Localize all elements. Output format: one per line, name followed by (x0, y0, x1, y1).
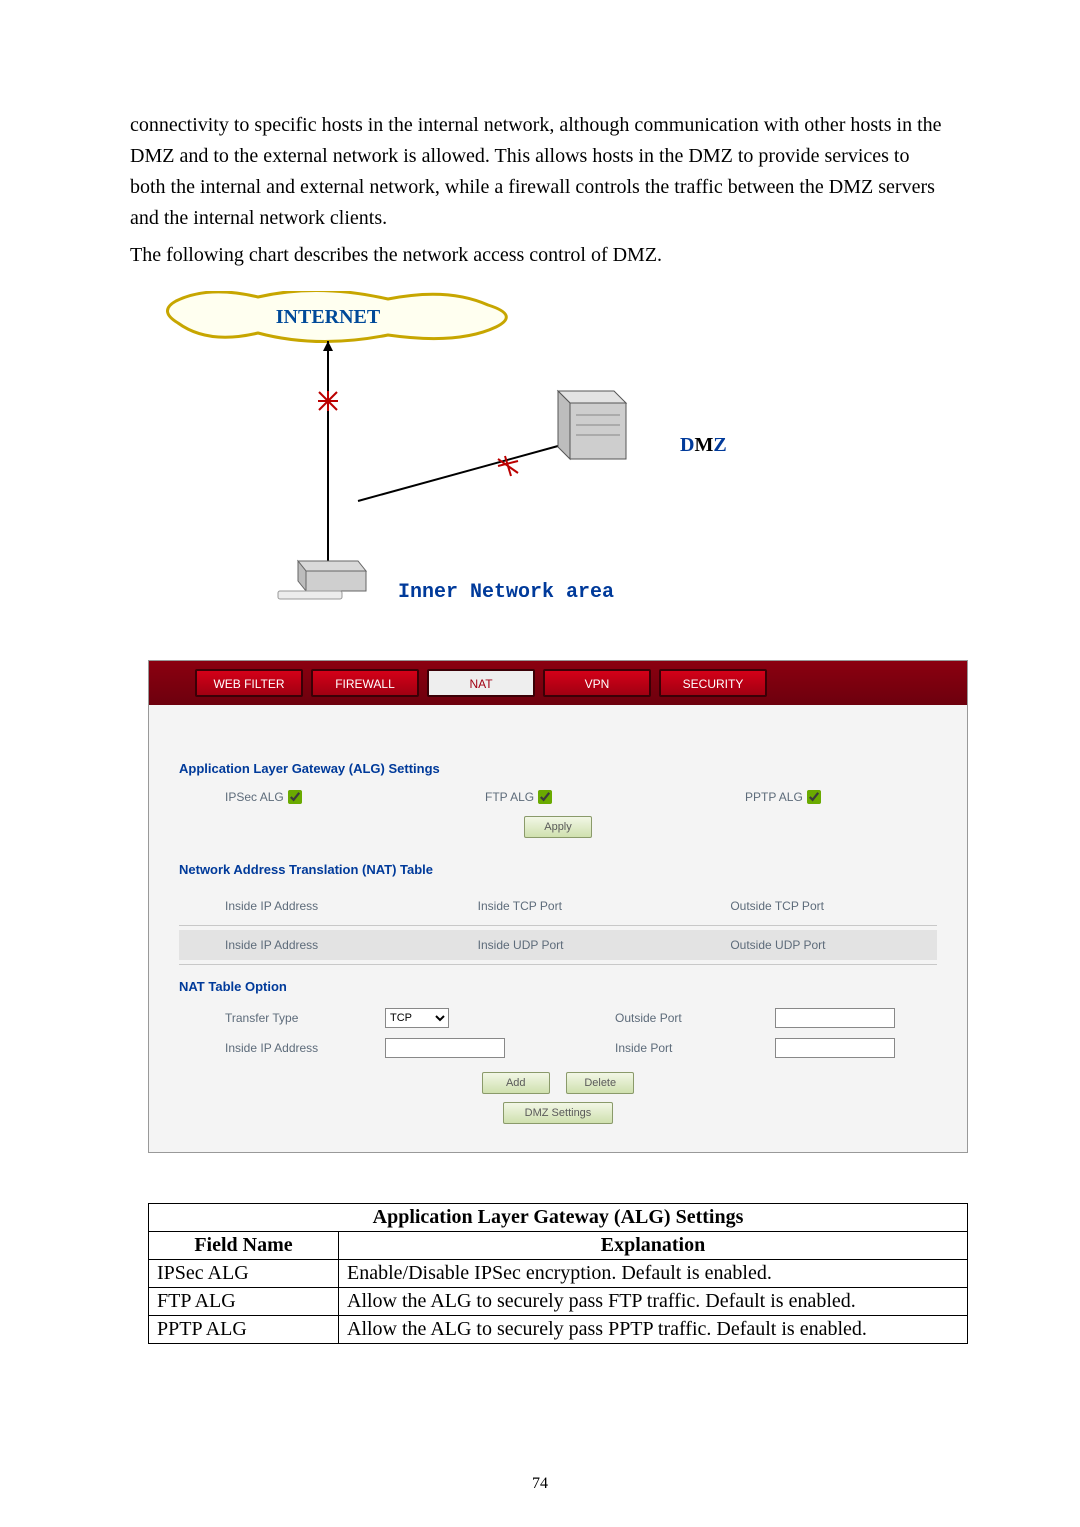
exp-row-ftp-expl: Allow the ALG to securely pass FTP traff… (339, 1288, 968, 1316)
alg-section-title: Application Layer Gateway (ALG) Settings (179, 761, 937, 776)
dmz-diagram: INTERNET (148, 291, 950, 626)
config-panel: WEB FILTER FIREWALL NAT VPN SECURITY App… (148, 660, 968, 1153)
outside-port-label: Outside Port (615, 1011, 745, 1025)
apply-button[interactable]: Apply (524, 816, 592, 838)
nat-col-inside-tcp: Inside TCP Port (432, 891, 685, 921)
tab-vpn[interactable]: VPN (543, 669, 651, 697)
tab-security[interactable]: SECURITY (659, 669, 767, 697)
tab-nat[interactable]: NAT (427, 669, 535, 697)
intro-paragraph-1: connectivity to specific hosts in the in… (130, 110, 950, 234)
router-icon (278, 561, 366, 599)
alg-pptp-label: PPTP ALG (745, 790, 803, 804)
nat-col-inside-ip: Inside IP Address (179, 891, 432, 921)
internet-label: INTERNET (276, 306, 381, 328)
intro-paragraph-2: The following chart describes the networ… (130, 240, 950, 271)
alg-ftp-label: FTP ALG (485, 790, 534, 804)
exp-row-pptp-expl: Allow the ALG to securely pass PPTP traf… (339, 1316, 968, 1344)
exp-row-ipsec-expl: Enable/Disable IPSec encryption. Default… (339, 1260, 968, 1288)
alg-pptp-checkbox[interactable] (807, 790, 821, 804)
exp-row-ipsec-field: IPSec ALG (149, 1260, 339, 1288)
alg-ftp-checkbox[interactable] (538, 790, 552, 804)
tabs-bar: WEB FILTER FIREWALL NAT VPN SECURITY (149, 661, 967, 705)
inner-network-label: Inner Network area (398, 581, 614, 604)
outside-port-input[interactable] (775, 1008, 895, 1028)
add-button[interactable]: Add (482, 1072, 550, 1094)
exp-col-field: Field Name (149, 1232, 339, 1260)
inside-port-input[interactable] (775, 1038, 895, 1058)
explanation-table: Application Layer Gateway (ALG) Settings… (148, 1203, 968, 1344)
dmz-area-label: DMZ area (680, 434, 728, 456)
transfer-type-label: Transfer Type (225, 1011, 355, 1025)
exp-row-pptp-field: PPTP ALG (149, 1316, 339, 1344)
tab-firewall[interactable]: FIREWALL (311, 669, 419, 697)
inside-ip-label: Inside IP Address (225, 1041, 355, 1055)
inside-port-label: Inside Port (615, 1041, 745, 1055)
exp-col-explanation: Explanation (339, 1232, 968, 1260)
alg-ipsec-label: IPSec ALG (225, 790, 284, 804)
nat-option-title: NAT Table Option (179, 979, 937, 994)
nat-section-title: Network Address Translation (NAT) Table (179, 862, 937, 877)
dmz-settings-button[interactable]: DMZ Settings (503, 1102, 613, 1124)
network-diagram-svg: INTERNET (148, 291, 728, 621)
alg-ipsec-checkbox[interactable] (288, 790, 302, 804)
exp-row-ftp-field: FTP ALG (149, 1288, 339, 1316)
tab-web-filter[interactable]: WEB FILTER (195, 669, 303, 697)
inside-ip-input[interactable] (385, 1038, 505, 1058)
exp-table-title: Application Layer Gateway (ALG) Settings (149, 1204, 968, 1232)
page-number: 74 (0, 1475, 1080, 1493)
nat-row2-inside-udp: Inside UDP Port (432, 930, 685, 960)
nat-table: Inside IP Address Inside TCP Port Outsid… (179, 891, 937, 960)
nat-col-outside-tcp: Outside TCP Port (684, 891, 937, 921)
transfer-type-select[interactable]: TCP (385, 1008, 449, 1028)
nat-row2-outside-udp: Outside UDP Port (684, 930, 937, 960)
nat-row2-inside-ip: Inside IP Address (179, 930, 432, 960)
delete-button[interactable]: Delete (566, 1072, 634, 1094)
dmz-server-icon (558, 391, 626, 459)
